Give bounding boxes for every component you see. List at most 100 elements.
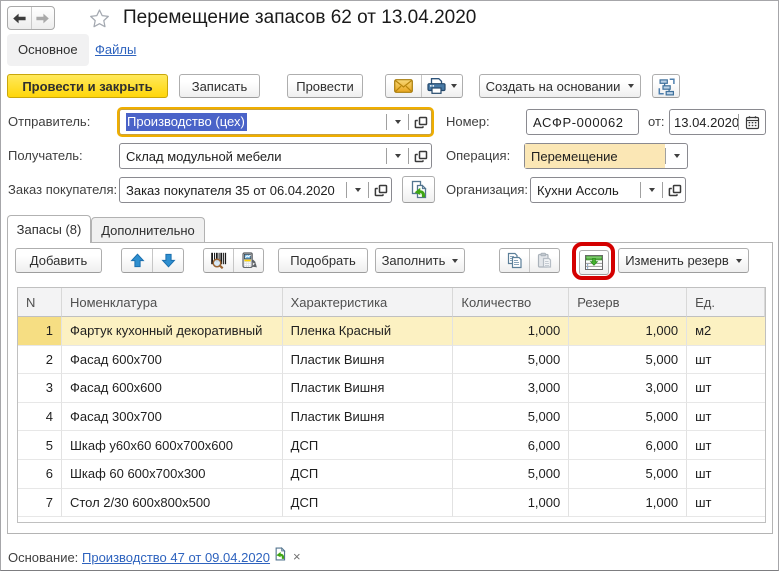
table-body: 1 Фартук кухонный декоративный Пленка Кр… <box>18 317 765 518</box>
move-row-group <box>121 248 184 273</box>
add-row-button[interactable]: Добавить <box>15 248 102 273</box>
print-dropdown-arrow <box>451 84 457 88</box>
organization-open-button[interactable] <box>663 178 685 202</box>
receiver-open-button[interactable] <box>409 144 431 168</box>
table-row[interactable]: 3 Фасад 600х600 Пластик Вишня 3,000 3,00… <box>18 374 765 403</box>
column-header-nomenclature[interactable]: Номенклатура <box>61 288 283 317</box>
document-window: Перемещение запасов 62 от 13.04.2020 Осн… <box>0 0 779 571</box>
dropdown-arrow-icon <box>354 188 361 192</box>
customer-order-open-button[interactable] <box>369 178 391 202</box>
sender-selected-text: Производство (цех) <box>126 113 247 131</box>
barcode-icon <box>211 252 227 269</box>
date-label: от: <box>648 114 665 129</box>
fill-label: Заполнить <box>381 253 446 268</box>
fill-from-order-button[interactable] <box>402 176 435 203</box>
paste-icon <box>537 252 552 268</box>
forward-button[interactable] <box>30 7 55 29</box>
open-icon <box>414 116 427 128</box>
table-row[interactable]: 7 Стол 2/30 600х800х500 ДСП 1,000 1,000 … <box>18 488 765 518</box>
receiver-dropdown-button[interactable] <box>387 144 408 168</box>
create-based-on-button[interactable]: Создать на основании <box>479 74 641 98</box>
table-row[interactable]: 5 Шкаф у60х60 600х700х600 ДСП 6,000 6,00… <box>18 431 765 460</box>
data-terminal-icon <box>241 252 257 268</box>
copy-rows-button[interactable] <box>500 249 529 272</box>
receiver-field: Склад модульной мебели <box>119 143 432 169</box>
organization-field: Кухни Ассоль <box>530 177 686 203</box>
customer-order-input[interactable]: Заказ покупателя 35 от 06.04.2020 <box>120 178 346 202</box>
sender-open-button[interactable] <box>409 110 431 134</box>
customer-order-label: Заказ покупателя: <box>8 182 118 197</box>
dropdown-arrow-icon <box>673 154 680 158</box>
create-based-on-label: Создать на основании <box>485 78 621 94</box>
basis-label: Основание: <box>8 550 79 565</box>
basis-link[interactable]: Производство 47 от 09.04.2020 <box>82 550 270 565</box>
post-button[interactable]: Провести <box>287 74 363 98</box>
tab-main[interactable]: Основное <box>7 34 89 66</box>
save-button[interactable]: Записать <box>179 74 260 98</box>
data-terminal-button[interactable] <box>233 249 263 272</box>
receiver-input[interactable]: Склад модульной мебели <box>120 144 386 168</box>
tab-files[interactable]: Файлы <box>95 34 136 66</box>
pick-items-button[interactable]: Подобрать <box>278 248 368 273</box>
date-field: 13.04.2020 <box>669 109 766 135</box>
basis-open-button[interactable] <box>273 547 287 561</box>
column-header-reserve[interactable]: Резерв <box>569 288 688 317</box>
operation-label: Операция: <box>446 148 511 163</box>
arrow-up-icon <box>129 253 145 268</box>
operation-input[interactable]: Перемещение <box>525 144 665 168</box>
tab-additional[interactable]: Дополнительно <box>91 217 205 242</box>
envelope-icon <box>394 79 413 93</box>
column-header-n[interactable]: N <box>18 288 62 317</box>
number-field: АСФР-000062 <box>526 109 639 135</box>
sender-dropdown-button[interactable] <box>387 110 408 134</box>
basis-document-icon <box>275 547 286 561</box>
print-button[interactable] <box>421 75 462 97</box>
operation-dropdown-button[interactable] <box>666 144 687 168</box>
organization-dropdown-button[interactable] <box>641 178 662 202</box>
create-based-on-dropdown-arrow <box>628 84 635 88</box>
sender-input[interactable]: Производство (цех) <box>120 110 386 134</box>
page-title: Перемещение запасов 62 от 13.04.2020 <box>123 7 477 28</box>
receiver-value: Склад модульной мебели <box>126 148 282 164</box>
table-row[interactable]: 4 Фасад 300х700 Пластик Вишня 5,000 5,00… <box>18 402 765 432</box>
number-input[interactable]: АСФР-000062 <box>527 110 638 134</box>
date-picker-button[interactable] <box>739 110 765 134</box>
dropdown-arrow-icon <box>394 120 401 124</box>
customer-order-dropdown-button[interactable] <box>347 178 368 202</box>
open-icon <box>374 184 387 196</box>
printer-icon <box>427 78 446 94</box>
fill-dropdown-arrow <box>452 258 459 263</box>
organization-input[interactable]: Кухни Ассоль <box>531 178 640 202</box>
favorite-star-icon[interactable] <box>87 6 111 30</box>
table-row[interactable]: 1 Фартук кухонный декоративный Пленка Кр… <box>18 317 765 346</box>
change-reserve-label: Изменить резерв <box>625 253 729 268</box>
table-row[interactable]: 2 Фасад 600х700 Пластик Вишня 5,000 5,00… <box>18 345 765 375</box>
scan-barcode-button[interactable] <box>204 249 233 272</box>
sender-field: Производство (цех) <box>119 109 432 135</box>
back-button[interactable] <box>8 7 31 29</box>
paste-rows-button[interactable] <box>529 249 559 272</box>
column-header-quantity[interactable]: Количество <box>453 288 570 317</box>
dropdown-arrow-icon <box>648 188 655 192</box>
related-documents-button[interactable] <box>652 74 680 98</box>
post-and-close-button[interactable]: Провести и закрыть <box>7 74 168 98</box>
fill-button[interactable]: Заполнить <box>375 248 465 273</box>
column-header-unit[interactable]: Ед. <box>687 288 765 317</box>
column-header-characteristic[interactable]: Характеристика <box>282 288 454 317</box>
annotation-highlight-ring <box>572 242 615 280</box>
tab-inventory[interactable]: Запасы (8) <box>7 215 91 243</box>
calendar-icon <box>745 115 759 129</box>
open-icon <box>668 184 681 196</box>
change-reserve-button[interactable]: Изменить резерв <box>618 248 749 273</box>
basis-clear-button[interactable]: × <box>293 549 301 564</box>
mail-print-group <box>385 74 463 98</box>
move-up-button[interactable] <box>122 249 152 272</box>
date-input[interactable]: 13.04.2020 <box>670 110 738 134</box>
barcode-group <box>203 248 264 273</box>
forward-arrow-icon <box>36 13 50 23</box>
arrow-down-icon <box>160 253 176 268</box>
send-email-button[interactable] <box>386 75 421 97</box>
move-down-button[interactable] <box>152 249 183 272</box>
table-row[interactable]: 6 Шкаф 60 600х700х300 ДСП 5,000 5,000 шт <box>18 459 765 489</box>
items-table: N Номенклатура Характеристика Количество… <box>17 287 766 523</box>
